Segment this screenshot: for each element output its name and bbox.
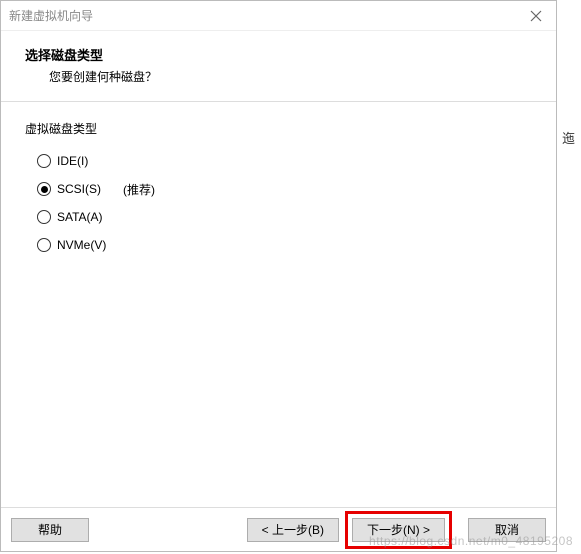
radio-icon xyxy=(37,182,51,196)
radio-option-scsi[interactable]: SCSI(S) (推荐) xyxy=(37,175,532,203)
content-section: 虚拟磁盘类型 IDE(I) SCSI(S) (推荐) SATA(A) NVMe(… xyxy=(1,102,556,277)
radio-label: NVMe(V) xyxy=(57,238,106,252)
back-button[interactable]: < 上一步(B) xyxy=(247,518,339,542)
radio-label: SATA(A) xyxy=(57,210,103,224)
radio-icon xyxy=(37,238,51,252)
wizard-dialog: 新建虚拟机向导 选择磁盘类型 您要创建何种磁盘？ 虚拟磁盘类型 IDE(I) S… xyxy=(0,0,557,552)
radio-hint: (推荐) xyxy=(123,181,155,198)
header-section: 选择磁盘类型 您要创建何种磁盘？ xyxy=(1,31,556,102)
radio-option-sata[interactable]: SATA(A) xyxy=(37,203,532,231)
radio-option-nvme[interactable]: NVMe(V) xyxy=(37,231,532,259)
watermark: https://blog.csdn.net/m0_48195208 xyxy=(369,534,573,548)
titlebar: 新建虚拟机向导 xyxy=(1,1,556,31)
side-text: 迤 xyxy=(562,128,575,147)
radio-label: SCSI(S) xyxy=(57,182,101,196)
radio-group-disk-type: IDE(I) SCSI(S) (推荐) SATA(A) NVMe(V) xyxy=(37,147,532,259)
radio-icon xyxy=(37,154,51,168)
dialog-title: 新建虚拟机向导 xyxy=(9,7,524,24)
page-title: 选择磁盘类型 xyxy=(25,45,532,64)
radio-option-ide[interactable]: IDE(I) xyxy=(37,147,532,175)
radio-icon xyxy=(37,210,51,224)
radio-label: IDE(I) xyxy=(57,154,88,168)
page-subtitle: 您要创建何种磁盘？ xyxy=(49,68,532,85)
group-label: 虚拟磁盘类型 xyxy=(25,120,532,137)
close-icon[interactable] xyxy=(524,4,548,28)
help-button[interactable]: 帮助 xyxy=(11,518,89,542)
